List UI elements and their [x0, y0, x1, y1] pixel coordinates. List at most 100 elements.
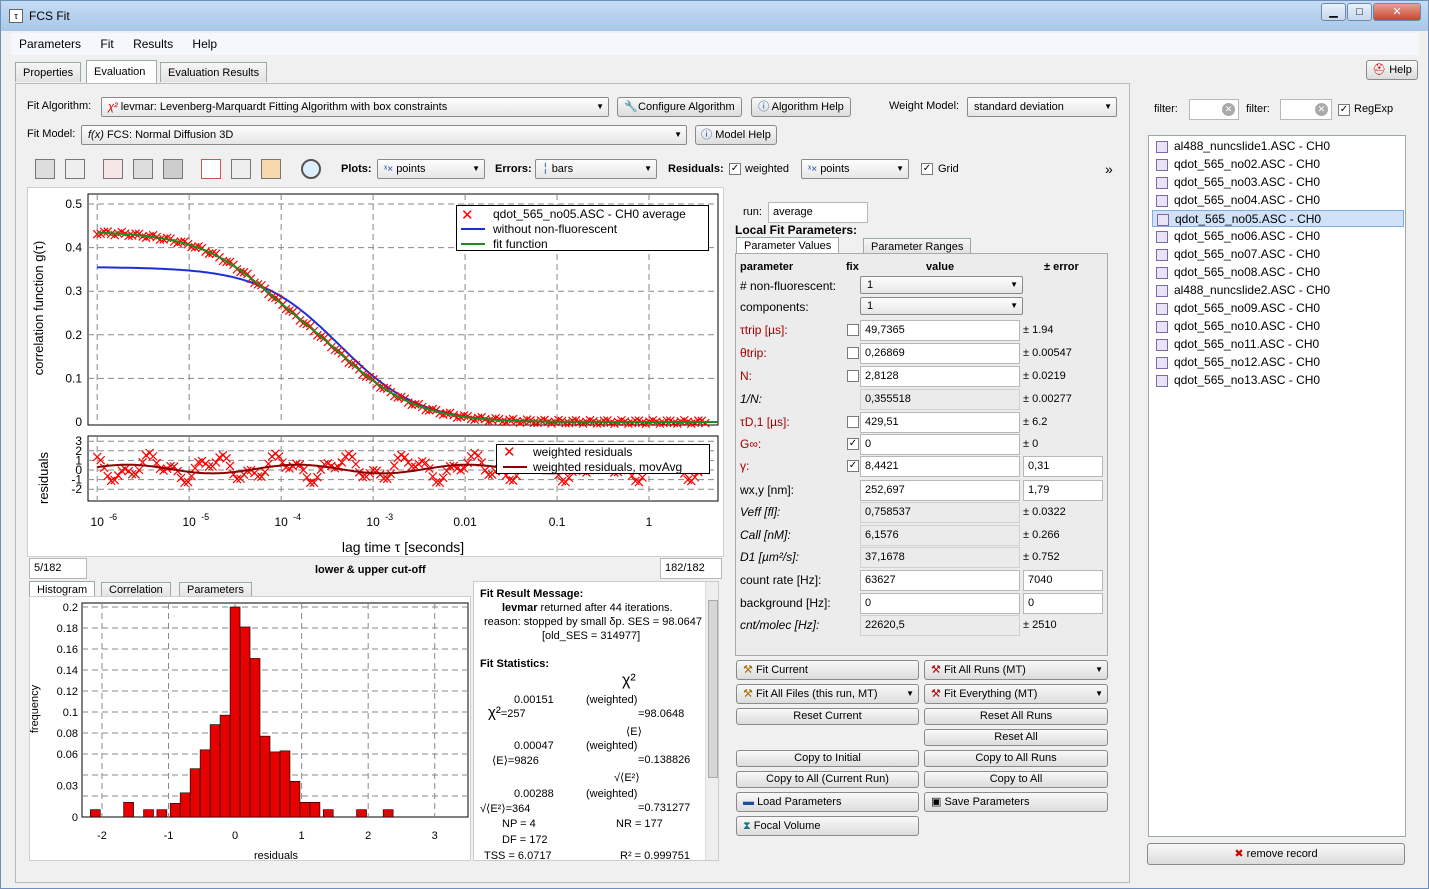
- algorithm-help-button[interactable]: ⓘ Algorithm Help: [751, 97, 851, 117]
- plots-select[interactable]: ˣ× points: [377, 159, 485, 179]
- filter-input-1[interactable]: ✕: [1189, 99, 1239, 120]
- param-combo[interactable]: 1: [860, 297, 1023, 315]
- save-parameters-button[interactable]: ▣ Save Parameters: [924, 792, 1108, 812]
- tab-histogram[interactable]: Histogram: [29, 581, 96, 597]
- param-value[interactable]: 252,697: [860, 480, 1020, 501]
- file-list-item[interactable]: qdot_565_no02.ASC - CH0: [1152, 156, 1404, 173]
- errors-select[interactable]: ╎ bars: [535, 159, 657, 179]
- menu-fit[interactable]: Fit: [92, 33, 121, 51]
- histogram-plot[interactable]: 0.2 0.18 0.16 0.14 0.12 0.1 0.08 0.06 0.03 0 -2 -1 0…: [29, 596, 471, 862]
- tab-correlation[interactable]: Correlation: [101, 582, 171, 597]
- tab-evaluation-results[interactable]: Evaluation Results: [160, 62, 268, 82]
- param-error-input[interactable]: 0: [1023, 593, 1103, 614]
- param-error-input[interactable]: 1,79: [1023, 480, 1103, 501]
- tab-parameter-values[interactable]: Parameter Values: [736, 237, 840, 254]
- file-list-item[interactable]: al488_nuncslide2.ASC - CH0: [1152, 282, 1404, 299]
- fit-current-button[interactable]: ⚒ Fit Current: [736, 660, 919, 680]
- tab-parameter-ranges[interactable]: Parameter Ranges: [863, 238, 972, 254]
- result-scrollbar[interactable]: [705, 582, 718, 860]
- param-combo[interactable]: 1: [860, 276, 1023, 294]
- fit-all-files-button[interactable]: ⚒ Fit All Files (this run, MT) ▼: [736, 684, 919, 704]
- copy-to-all-runs-button[interactable]: Copy to All Runs: [924, 750, 1108, 767]
- file-list-item[interactable]: qdot_565_no07.ASC - CH0: [1152, 246, 1404, 263]
- focal-volume-button[interactable]: ⧗ Focal Volume: [736, 816, 919, 836]
- print-icon[interactable]: [163, 159, 183, 179]
- menu-help[interactable]: Help: [184, 33, 225, 51]
- remove-record-button[interactable]: ✖ remove record: [1147, 843, 1405, 865]
- param-value[interactable]: 8,4421: [860, 456, 1020, 477]
- file-list-item[interactable]: al488_nuncslide1.ASC - CH0: [1152, 138, 1404, 155]
- reset-current-button[interactable]: Reset Current: [736, 708, 919, 725]
- param-value[interactable]: 2,8128: [860, 366, 1020, 387]
- residuals-select[interactable]: ˣ× points: [801, 159, 909, 179]
- clear-filter-icon[interactable]: ✕: [1222, 103, 1235, 116]
- param-fix-checkbox[interactable]: [847, 416, 859, 428]
- run-spinbox[interactable]: average: [768, 202, 868, 223]
- fit-algorithm-select[interactable]: χ² levmar: Levenberg-Marquardt Fitting A…: [101, 97, 609, 117]
- fit-all-runs-button[interactable]: ⚒ Fit All Runs (MT) ▼: [924, 660, 1108, 680]
- file-list-item[interactable]: qdot_565_no13.ASC - CH0: [1152, 372, 1404, 389]
- reset-all-button[interactable]: Reset All: [924, 729, 1108, 746]
- tab-parameters[interactable]: Parameters: [179, 582, 252, 597]
- param-error: ± 6.2: [1023, 416, 1048, 428]
- tab-evaluation[interactable]: Evaluation: [86, 60, 157, 83]
- save-image-icon[interactable]: [133, 159, 153, 179]
- matlab-icon[interactable]: [261, 159, 281, 179]
- lower-cutoff-spinbox[interactable]: 5/182: [29, 558, 87, 579]
- param-fix-checkbox[interactable]: [847, 324, 859, 336]
- param-value[interactable]: 0: [860, 434, 1020, 455]
- param-value[interactable]: 49,7365: [860, 320, 1020, 341]
- file-list-item[interactable]: qdot_565_no03.ASC - CH0: [1152, 174, 1404, 191]
- correlation-plot[interactable]: 0.5 0.4 0.3 0.2 0.1 0 3 2 1 0 -1 -2 10 -6 10 -5 10 -4 10…: [27, 187, 724, 557]
- param-fix-checkbox[interactable]: ✓: [847, 438, 859, 450]
- filter-input-2[interactable]: ✕: [1280, 99, 1332, 120]
- file-list-item[interactable]: qdot_565_no09.ASC - CH0: [1152, 300, 1404, 317]
- save-icon[interactable]: [35, 159, 55, 179]
- export-pdf-icon[interactable]: [103, 159, 123, 179]
- fit-everything-button[interactable]: ⚒ Fit Everything (MT) ▼: [924, 684, 1108, 704]
- close-button[interactable]: ✕: [1373, 3, 1421, 21]
- file-list-item[interactable]: qdot_565_no12.ASC - CH0: [1152, 354, 1404, 371]
- file-list-item[interactable]: qdot_565_no06.ASC - CH0: [1152, 228, 1404, 245]
- menu-parameters[interactable]: Parameters: [11, 33, 89, 51]
- maximize-button[interactable]: □: [1347, 3, 1372, 21]
- upper-cutoff-spinbox[interactable]: 182/182: [660, 558, 722, 579]
- file-list-item[interactable]: qdot_565_no10.ASC - CH0: [1152, 318, 1404, 335]
- param-fix-checkbox[interactable]: [847, 347, 859, 359]
- tab-properties[interactable]: Properties: [15, 62, 82, 82]
- regexp-checkbox[interactable]: ✓: [1338, 104, 1350, 116]
- param-value[interactable]: 0,26869: [860, 343, 1020, 364]
- minimize-button[interactable]: ▁: [1321, 3, 1346, 21]
- weighted-checkbox[interactable]: ✓: [729, 163, 741, 175]
- param-value: 0,355518: [860, 389, 1020, 410]
- grid-checkbox[interactable]: ✓: [921, 163, 933, 175]
- param-fix-checkbox[interactable]: ✓: [847, 460, 859, 472]
- param-error-input[interactable]: 0,31: [1023, 456, 1103, 477]
- export-icon[interactable]: [65, 159, 85, 179]
- copy-to-all-current-button[interactable]: Copy to All (Current Run): [736, 771, 919, 788]
- param-value[interactable]: 0: [860, 593, 1020, 614]
- weight-model-select[interactable]: standard deviation: [967, 97, 1117, 117]
- copy-plot-icon[interactable]: [201, 159, 221, 179]
- model-help-button[interactable]: ⓘ Model Help: [695, 125, 777, 145]
- reset-all-runs-button[interactable]: Reset All Runs: [924, 708, 1108, 725]
- menu-results[interactable]: Results: [125, 33, 181, 51]
- param-value[interactable]: 63627: [860, 570, 1020, 591]
- fit-model-select[interactable]: f(x) FCS: Normal Diffusion 3D: [81, 125, 687, 145]
- file-list-item[interactable]: qdot_565_no11.ASC - CH0: [1152, 336, 1404, 353]
- toolbar-more-icon[interactable]: »: [1105, 161, 1113, 177]
- clear-filter-icon-2[interactable]: ✕: [1315, 103, 1328, 116]
- param-value[interactable]: 429,51: [860, 412, 1020, 433]
- load-parameters-button[interactable]: ▬ Load Parameters: [736, 792, 919, 812]
- copy-to-initial-button[interactable]: Copy to Initial: [736, 750, 919, 767]
- file-list-item[interactable]: qdot_565_no08.ASC - CH0: [1152, 264, 1404, 281]
- help-button[interactable]: ⛑ Help: [1366, 60, 1418, 80]
- configure-algorithm-button[interactable]: 🔧Configure Algorithm: [617, 97, 742, 117]
- copy-to-all-button[interactable]: Copy to All: [924, 771, 1108, 788]
- file-list-item[interactable]: qdot_565_no04.ASC - CH0: [1152, 192, 1404, 209]
- zoom-icon[interactable]: [301, 159, 321, 179]
- param-fix-checkbox[interactable]: [847, 370, 859, 382]
- file-list-item[interactable]: qdot_565_no05.ASC - CH0: [1152, 210, 1404, 227]
- copy-data-icon[interactable]: [231, 159, 251, 179]
- param-error-input[interactable]: 7040: [1023, 570, 1103, 591]
